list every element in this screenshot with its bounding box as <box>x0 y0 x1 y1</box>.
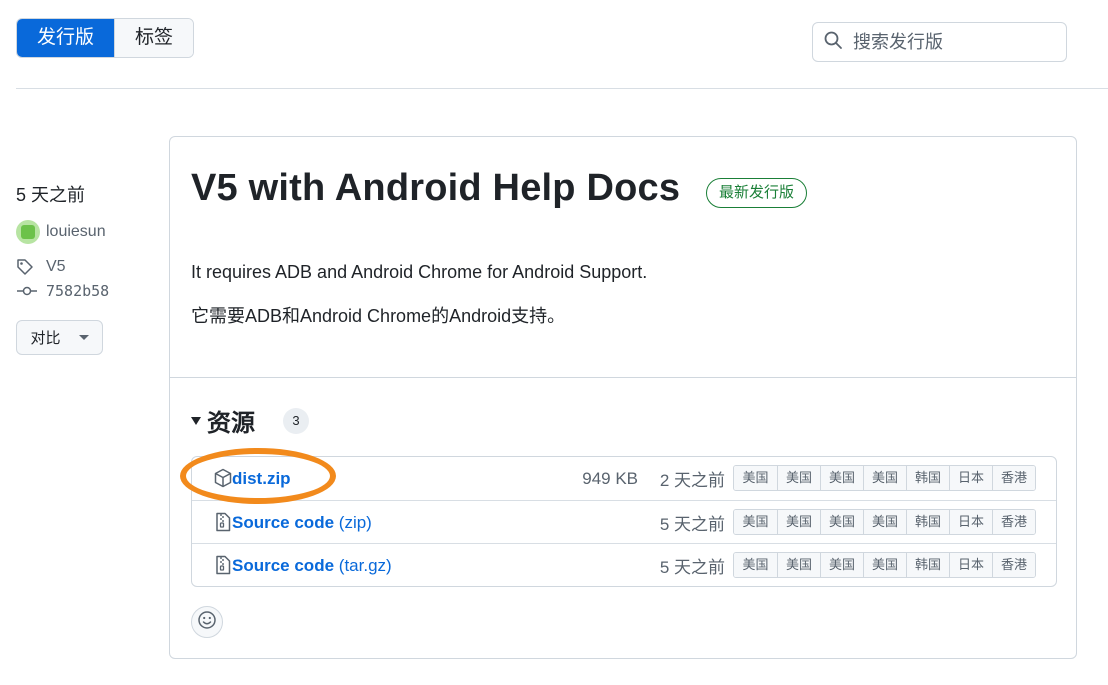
divider <box>170 377 1076 378</box>
mirror-link[interactable]: 美国 <box>777 466 820 490</box>
mirror-link[interactable]: 韩国 <box>906 510 949 534</box>
divider <box>16 88 1108 89</box>
commit-hash[interactable]: 7582b58 <box>46 282 109 300</box>
mirror-link[interactable]: 香港 <box>992 466 1035 490</box>
mirror-links: 美国 美国 美国 美国 韩国 日本 香港 <box>733 465 1036 491</box>
list-item: Source code (zip) 5 天之前 美国 美国 美国 美国 韩国 日… <box>192 500 1056 543</box>
release-description-en: It requires ADB and Android Chrome for A… <box>191 262 648 282</box>
asset-name: Source code <box>232 556 335 575</box>
assets-count: 3 <box>283 407 309 434</box>
tag-link[interactable]: V5 <box>16 258 156 276</box>
assets-title: 资源 <box>207 410 255 437</box>
tag-icon <box>16 258 38 276</box>
mirror-link[interactable]: 日本 <box>949 553 992 577</box>
asset-format: (zip) <box>338 513 372 532</box>
mirror-link[interactable]: 美国 <box>734 466 777 490</box>
assets-toggle[interactable]: 资源 3 <box>191 403 309 438</box>
mirror-link[interactable]: 韩国 <box>906 553 949 577</box>
tab-tags[interactable]: 标签 <box>114 19 194 57</box>
search-input[interactable] <box>853 31 1053 53</box>
mirror-link[interactable]: 日本 <box>949 510 992 534</box>
asset-date: 2 天之前 <box>659 471 725 490</box>
mirror-link[interactable]: 美国 <box>863 466 906 490</box>
release-title[interactable]: V5 with Android Help Docs <box>191 167 680 210</box>
mirror-link[interactable]: 美国 <box>777 553 820 577</box>
mirror-link[interactable]: 美国 <box>820 466 863 490</box>
release-card: V5 with Android Help Docs 最新发行版 It requi… <box>169 136 1077 659</box>
release-meta: 5 天之前 louiesun V5 7582b58 对比 <box>16 182 156 355</box>
mirror-link[interactable]: 美国 <box>820 553 863 577</box>
asset-download-link[interactable]: Source code (zip) <box>232 501 372 544</box>
release-description-zh: 它需要ADB和Android Chrome的Android支持。 <box>191 306 566 326</box>
assets-list: dist.zip 949 KB 2 天之前 美国 美国 美国 美国 韩国 日本 … <box>191 456 1057 587</box>
compare-label: 对比 <box>30 330 61 347</box>
mirror-link[interactable]: 香港 <box>992 510 1035 534</box>
asset-date: 5 天之前 <box>659 557 725 577</box>
mirror-link[interactable]: 美国 <box>777 510 820 534</box>
file-zip-icon <box>214 555 232 575</box>
chevron-down-icon <box>78 335 89 340</box>
author-link[interactable]: louiesun <box>16 220 156 244</box>
tab-releases[interactable]: 发行版 <box>17 19 115 57</box>
asset-format: (tar.gz) <box>338 556 392 575</box>
mirror-link[interactable]: 香港 <box>992 553 1035 577</box>
release-tag-switch: 发行版 标签 <box>16 18 195 58</box>
mirror-link[interactable]: 美国 <box>863 510 906 534</box>
list-item: dist.zip 949 KB 2 天之前 美国 美国 美国 美国 韩国 日本 … <box>192 457 1056 500</box>
mirror-links: 美国 美国 美国 美国 韩国 日本 香港 <box>733 552 1036 578</box>
file-zip-icon <box>214 512 232 532</box>
mirror-link[interactable]: 美国 <box>820 510 863 534</box>
asset-download-link[interactable]: Source code (tar.gz) <box>232 544 392 587</box>
release-search[interactable] <box>812 22 1067 62</box>
author-name[interactable]: louiesun <box>46 223 106 241</box>
tag-name[interactable]: V5 <box>46 258 66 276</box>
asset-size: 949 KB <box>582 468 638 488</box>
triangle-down-icon <box>191 416 201 425</box>
commit-link[interactable]: 7582b58 <box>16 282 156 300</box>
mirror-link[interactable]: 韩国 <box>906 466 949 490</box>
mirror-link[interactable]: 美国 <box>734 553 777 577</box>
asset-name: dist.zip <box>232 469 291 488</box>
asset-download-link[interactable]: dist.zip <box>232 457 291 500</box>
search-icon <box>823 30 843 55</box>
smiley-icon <box>197 610 217 635</box>
release-date: 5 天之前 <box>16 185 86 205</box>
commit-icon <box>16 282 38 300</box>
mirror-link[interactable]: 日本 <box>949 466 992 490</box>
add-reaction-button[interactable] <box>191 606 223 638</box>
latest-release-badge: 最新发行版 <box>706 178 808 208</box>
asset-name: Source code <box>232 513 335 532</box>
mirror-links: 美国 美国 美国 美国 韩国 日本 香港 <box>733 509 1036 535</box>
asset-date: 5 天之前 <box>659 514 725 534</box>
compare-button[interactable]: 对比 <box>16 320 103 355</box>
mirror-link[interactable]: 美国 <box>734 510 777 534</box>
mirror-link[interactable]: 美国 <box>863 553 906 577</box>
list-item: Source code (tar.gz) 5 天之前 美国 美国 美国 美国 韩… <box>192 543 1056 586</box>
avatar <box>16 220 40 244</box>
package-icon <box>214 468 232 488</box>
